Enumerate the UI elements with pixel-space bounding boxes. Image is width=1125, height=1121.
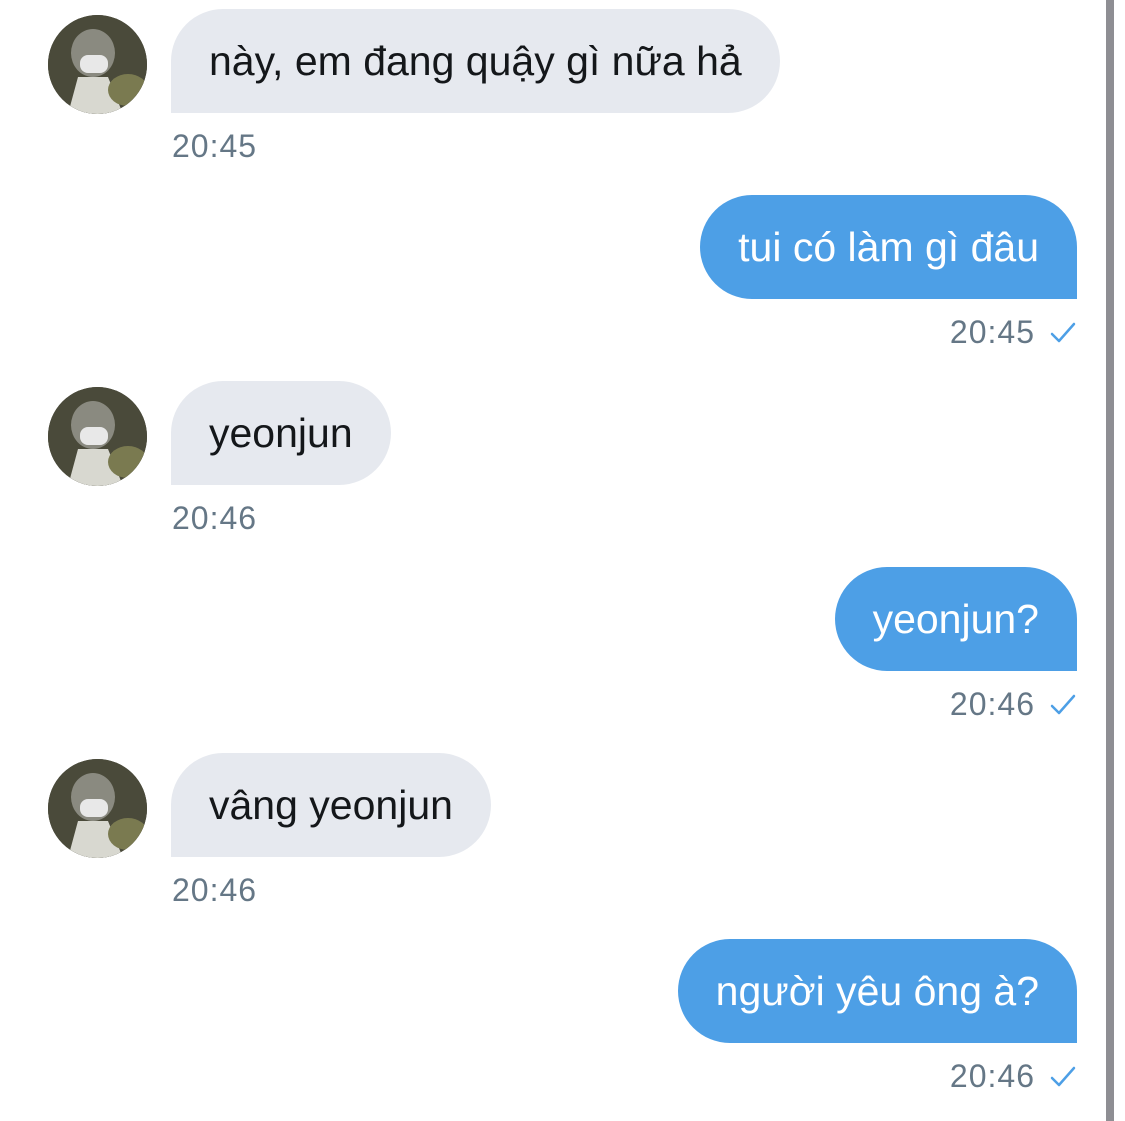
avatar[interactable]	[48, 387, 147, 486]
message-text: yeonjun?	[872, 596, 1039, 642]
message-text: người yêu ông à?	[715, 968, 1039, 1014]
avatar[interactable]	[48, 759, 147, 858]
message-timestamp: 20:46	[950, 686, 1077, 723]
message-timestamp: 20:45	[950, 314, 1077, 351]
check-icon	[1050, 1066, 1076, 1086]
scrollbar[interactable]	[1106, 0, 1114, 1121]
message-timestamp: 20:46	[172, 500, 258, 536]
avatar[interactable]	[48, 15, 147, 114]
message-bubble-outgoing[interactable]: yeonjun?	[834, 567, 1077, 671]
check-icon	[1050, 322, 1076, 342]
message-bubble-outgoing[interactable]: tui có làm gì đâu	[700, 195, 1077, 299]
message-bubble-incoming[interactable]: vâng yeonjun	[171, 753, 491, 857]
message-text: yeonjun	[209, 410, 353, 456]
avatar-photo	[48, 759, 147, 858]
check-icon	[1050, 694, 1076, 714]
message-text: này, em đang quậy gì nữa hả	[209, 38, 742, 84]
message-text: tui có làm gì đâu	[738, 224, 1039, 270]
message-text: vâng yeonjun	[209, 782, 453, 828]
avatar-photo	[48, 15, 147, 114]
avatar-photo	[48, 387, 147, 486]
message-bubble-incoming[interactable]: yeonjun	[171, 381, 391, 485]
message-timestamp: 20:45	[172, 128, 258, 164]
message-timestamp: 20:46	[950, 1058, 1077, 1095]
message-timestamp: 20:46	[172, 872, 258, 908]
message-bubble-incoming[interactable]: này, em đang quậy gì nữa hả	[171, 9, 780, 113]
message-bubble-outgoing[interactable]: người yêu ông à?	[677, 939, 1077, 1043]
